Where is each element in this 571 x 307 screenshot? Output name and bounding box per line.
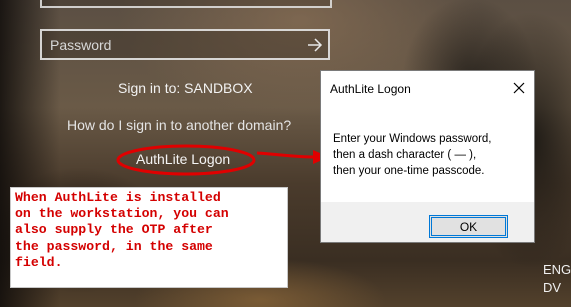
annotation-callout: When AuthLite is installed on the worksta… <box>10 187 288 288</box>
sign-in-domain-label: Sign in to: SANDBOX <box>118 80 253 96</box>
authlite-dialog: AuthLite Logon Enter your Windows passwo… <box>320 70 535 243</box>
dialog-titlebar: AuthLite Logon <box>321 71 534 105</box>
dialog-close-button[interactable] <box>510 79 528 97</box>
callout-line: also supply the OTP after <box>15 222 213 238</box>
username-field[interactable] <box>40 0 332 8</box>
close-icon <box>513 82 525 94</box>
callout-line: the password, in the same <box>15 238 213 254</box>
password-field[interactable] <box>40 29 330 60</box>
dialog-title: AuthLite Logon <box>330 82 411 96</box>
callout-line: on the workstation, you can <box>15 206 229 222</box>
other-domain-link[interactable]: How do I sign in to another domain? <box>67 117 291 133</box>
dialog-message-line: then your one-time passcode. <box>333 165 485 177</box>
ok-button[interactable]: OK <box>429 215 508 238</box>
password-input[interactable] <box>42 31 300 58</box>
language-indicator[interactable]: ENG DV <box>543 261 571 297</box>
submit-arrow-button[interactable] <box>300 31 328 58</box>
keyboard-layout: DV <box>543 280 562 295</box>
language-code: ENG <box>543 262 571 277</box>
callout-line: When AuthLite is installed <box>15 190 221 205</box>
dialog-message-line: then a dash character ( — ), <box>333 149 477 161</box>
dialog-message-line: Enter your Windows password, <box>333 133 492 145</box>
callout-line: field. <box>15 254 63 270</box>
arrow-right-icon <box>307 37 322 52</box>
dialog-body: Enter your Windows password, then a dash… <box>321 105 534 202</box>
highlight-ellipse <box>116 144 256 176</box>
